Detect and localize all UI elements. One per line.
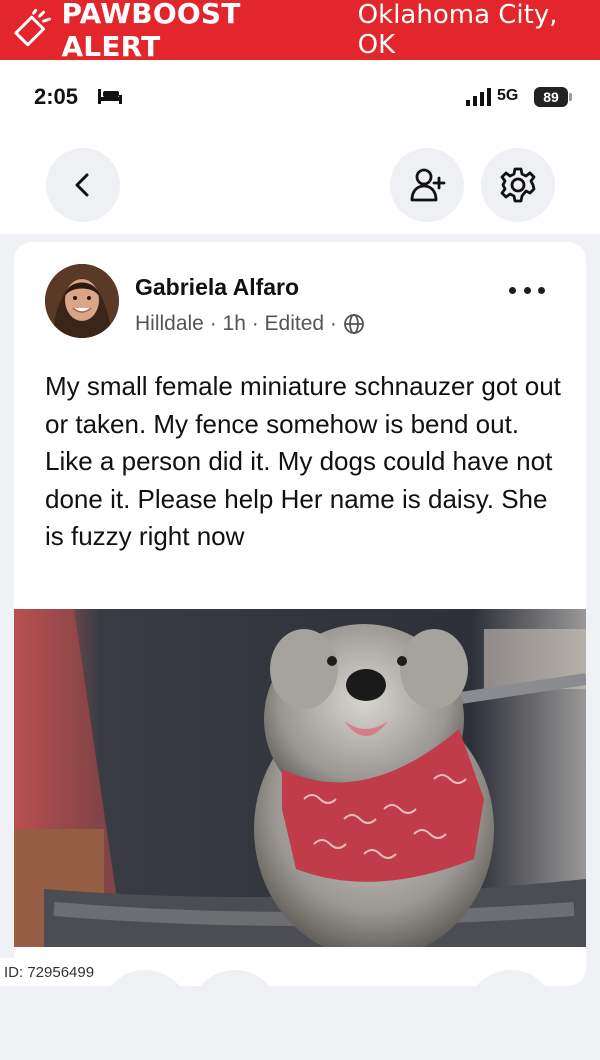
settings-button[interactable] (481, 148, 555, 222)
status-time: 2:05 (34, 84, 79, 109)
back-button[interactable] (46, 148, 120, 222)
banner-location: Oklahoma City, OK (357, 0, 558, 60)
post-author-name[interactable]: Gabriela Alfaro (135, 274, 299, 301)
bottom-action-button[interactable] (190, 970, 280, 1060)
add-person-icon (410, 168, 446, 202)
bottom-action-button[interactable] (466, 970, 556, 1060)
network-type: 5G (497, 87, 519, 104)
more-dot-icon (523, 286, 531, 294)
megaphone-icon (14, 9, 51, 47)
more-dot-icon (509, 286, 516, 294)
post-text: My small female miniature schnauzer got … (45, 371, 561, 552)
post-meta: Hilldale · 1h · Edited · (135, 312, 365, 336)
post-card: Gabriela Alfaro Hilldale · 1h · Edited ·… (14, 242, 586, 986)
battery-tip (569, 93, 572, 101)
battery-icon: 89 (534, 87, 568, 107)
bottom-action-button[interactable] (100, 970, 190, 1060)
more-dot-icon (538, 286, 545, 294)
status-bar: 2:05 5G 89 (0, 60, 600, 136)
nav-bar (0, 136, 600, 234)
listing-id: ID: 72956499 (0, 958, 103, 986)
avatar[interactable] (45, 264, 119, 338)
more-options-button[interactable] (509, 280, 545, 300)
cellular-signal-icon (466, 88, 491, 106)
banner-brand: PAWBOOST ALERT (61, 0, 241, 63)
chevron-left-icon (75, 173, 89, 197)
post-meta-text: Hilldale · 1h · Edited · (135, 312, 337, 335)
add-friend-button[interactable] (390, 148, 464, 222)
sleep-focus-icon (98, 89, 122, 104)
globe-icon (344, 314, 364, 334)
post-photo-dog[interactable] (14, 609, 586, 947)
author-photo (45, 264, 119, 338)
battery-level: 89 (543, 89, 559, 105)
gear-icon (500, 167, 536, 203)
pawboost-alert-banner: PAWBOOST ALERT Oklahoma City, OK (0, 0, 600, 63)
